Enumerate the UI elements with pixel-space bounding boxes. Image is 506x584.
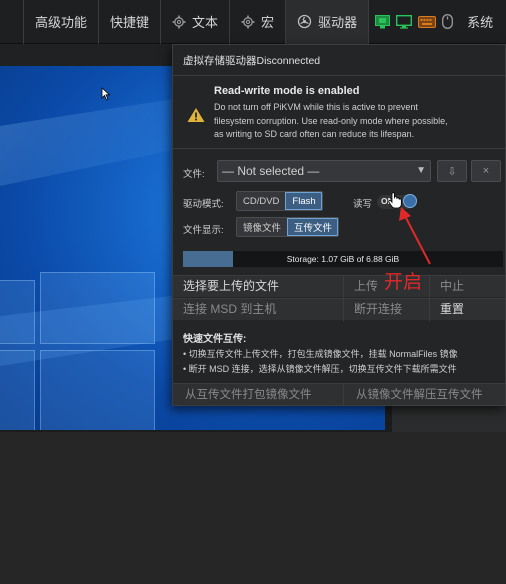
monitor-icon[interactable] xyxy=(396,14,413,29)
menu-drive[interactable]: 驱动器 xyxy=(286,0,370,44)
file-select[interactable]: — Not selected — ▼ xyxy=(217,160,431,182)
chevron-down-icon: ▼ xyxy=(416,165,426,176)
file-label: 文件: xyxy=(183,169,205,180)
storage-text: Storage: 1.07 GiB of 6.88 GiB xyxy=(286,254,400,264)
unpack-image-button[interactable]: 从镜像文件解压互传文件 xyxy=(344,383,505,405)
top-menu-bar: 高级功能 快捷键 文本 宏 驱动器 系统 xyxy=(0,0,506,44)
reset-button[interactable]: 重置 xyxy=(430,298,505,320)
select-upload-file-button[interactable]: 选择要上传的文件 xyxy=(173,275,343,297)
windows-logo-pane xyxy=(0,350,35,430)
tips-line: • 切换互传文件上传文件，打包生成镜像文件，挂载 NormalFiles 镜像 xyxy=(183,349,458,359)
windows-logo-pane xyxy=(0,280,35,344)
menu-text-label: 文本 xyxy=(192,15,219,30)
file-display-transfer[interactable]: 互传文件 xyxy=(287,218,339,236)
divider xyxy=(173,75,505,76)
remove-button[interactable]: × xyxy=(471,160,501,182)
menu-left-stub xyxy=(0,0,24,44)
tips-line: • 断开 MSD 连接，选择从镜像文件解压，切换互传文件下载所需文件 xyxy=(183,364,457,374)
arrow-cursor-icon xyxy=(101,87,111,106)
rw-label: 读写 xyxy=(353,199,373,210)
menu-text[interactable]: 文本 xyxy=(161,0,231,44)
gear-icon xyxy=(172,15,186,29)
pack-image-button[interactable]: 从互传文件打包镜像文件 xyxy=(173,383,343,405)
warning-icon xyxy=(187,107,205,126)
toggle-knob xyxy=(403,194,417,208)
menu-shortcuts-label: 快捷键 xyxy=(110,15,150,30)
warning-body: Do not turn off PiKVM while this is acti… xyxy=(214,101,499,142)
windows-logo-pane xyxy=(40,350,155,430)
menu-advanced[interactable]: 高级功能 xyxy=(24,0,100,44)
gear-icon xyxy=(241,15,255,29)
drive-mode-cdrom[interactable]: CD/DVD xyxy=(237,192,286,210)
ethernet-icon[interactable] xyxy=(375,14,391,29)
disconnect-button[interactable]: 断开连接 xyxy=(344,298,429,320)
msd-panel-title: 虚拟存储驱动器Disconnected xyxy=(183,55,321,67)
kvm-web-ui: 高级功能 快捷键 文本 宏 驱动器 系统 虚拟存储驱动器Disconnected… xyxy=(0,0,506,584)
warning-line: filesystem corruption. Use read-only mod… xyxy=(214,115,448,126)
tips-title: 快速文件互传: xyxy=(183,334,247,345)
menu-drive-label: 驱动器 xyxy=(318,15,358,30)
drive-mode-flash[interactable]: Flash xyxy=(285,192,322,210)
divider xyxy=(173,148,505,149)
divider xyxy=(343,383,344,405)
keyboard-icon[interactable] xyxy=(418,15,437,28)
file-display-label: 文件显示: xyxy=(183,225,224,236)
menu-macro[interactable]: 宏 xyxy=(230,0,287,44)
divider xyxy=(429,275,430,321)
hand-pointer-icon xyxy=(388,192,402,214)
menu-shortcuts[interactable]: 快捷键 xyxy=(99,0,162,44)
windows-logo-pane xyxy=(40,272,155,344)
warning-line: as writing to SD card often can reduce i… xyxy=(214,129,415,139)
file-display-switch: 镜像文件 互传文件 xyxy=(236,217,340,237)
warning-line: Do not turn off PiKVM while this is acti… xyxy=(214,102,418,112)
drive-mode-label: 驱动模式: xyxy=(183,199,224,210)
abort-button[interactable]: 中止 xyxy=(430,275,505,297)
menu-advanced-label: 高级功能 xyxy=(35,15,88,30)
download-button[interactable]: ⇩ xyxy=(437,160,467,182)
status-icons: 系统 xyxy=(369,0,499,44)
msd-panel: 虚拟存储驱动器Disconnected Read-write mode is e… xyxy=(172,44,506,406)
annotation-label: 开启 xyxy=(384,271,423,293)
empty-workspace xyxy=(0,432,392,584)
file-display-images[interactable]: 镜像文件 xyxy=(237,218,288,236)
file-select-value: — Not selected — xyxy=(222,164,320,178)
divider xyxy=(343,275,344,321)
drive-mode-switch: CD/DVD Flash xyxy=(236,191,323,211)
drive-icon xyxy=(297,14,312,29)
connect-msd-button[interactable]: 连接 MSD 到主机 xyxy=(173,298,343,320)
menu-system-label[interactable]: 系统 xyxy=(467,12,493,31)
menu-macro-label: 宏 xyxy=(261,15,275,30)
storage-progress: Storage: 1.07 GiB of 6.88 GiB xyxy=(183,251,503,267)
mouse-icon[interactable] xyxy=(442,14,454,29)
warning-title: Read-write mode is enabled xyxy=(214,85,360,97)
